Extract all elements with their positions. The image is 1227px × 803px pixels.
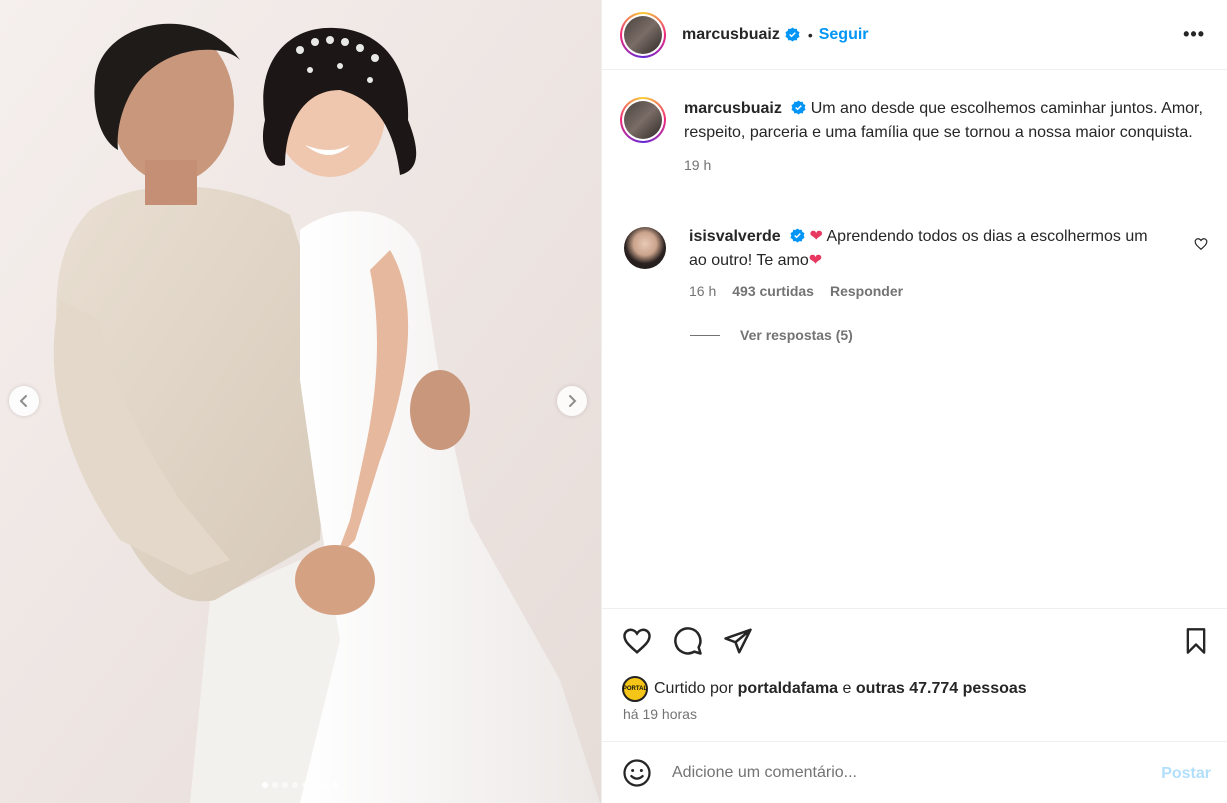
post-media[interactable]	[0, 0, 601, 803]
view-replies-label: Ver respostas (5)	[740, 327, 853, 343]
carousel-indicator	[262, 782, 338, 788]
post-timestamp[interactable]: há 19 horas	[623, 706, 697, 722]
commenter-username[interactable]: isisvalverde	[689, 228, 781, 245]
author-username[interactable]: marcusbuaiz	[682, 26, 780, 44]
follow-button[interactable]: Seguir	[819, 26, 869, 44]
carousel-dot	[312, 782, 318, 788]
commenter-avatar[interactable]	[624, 227, 666, 269]
carousel-dot	[332, 782, 338, 788]
reply-button[interactable]: Responder	[830, 283, 903, 299]
comment-input[interactable]	[672, 763, 1132, 782]
share-send-icon[interactable]	[723, 626, 753, 656]
caption-author-username[interactable]: marcusbuaiz	[684, 100, 782, 117]
post-comment-button[interactable]: Postar	[1161, 765, 1211, 783]
carousel-dot	[322, 782, 328, 788]
chevron-right-icon	[569, 395, 577, 407]
post-actions-bar	[602, 608, 1227, 668]
heart-emoji: ❤	[809, 228, 823, 245]
emoji-icon[interactable]	[622, 758, 652, 788]
comment-like-heart-icon[interactable]	[1194, 237, 1208, 251]
comment-time[interactable]: 16 h	[689, 283, 716, 299]
view-replies-button[interactable]: Ver respostas (5)	[690, 327, 853, 343]
comment-item: isisvalverde ❤ Aprendendo todos os dias …	[620, 225, 1220, 299]
more-options-icon[interactable]: •••	[1183, 24, 1205, 45]
save-bookmark-icon[interactable]	[1182, 626, 1210, 656]
verified-badge-icon	[785, 27, 800, 42]
like-heart-icon[interactable]	[622, 626, 652, 656]
verified-badge-icon	[791, 100, 806, 115]
comment-likes-count[interactable]: 493 curtidas	[732, 283, 814, 299]
post-photo	[0, 0, 601, 803]
post-details-panel: marcusbuaiz • Seguir ••• marcusbuaiz Um …	[601, 0, 1227, 803]
carousel-dot	[292, 782, 298, 788]
heart-emoji: ❤	[808, 252, 823, 269]
replies-divider	[690, 334, 720, 336]
carousel-dot	[282, 782, 288, 788]
liked-by-others[interactable]: outras 47.774 pessoas	[856, 680, 1027, 698]
post-caption: marcusbuaiz Um ano desde que escolhemos …	[620, 97, 1220, 177]
comment-bubble-icon[interactable]	[673, 626, 703, 656]
carousel-dot	[272, 782, 278, 788]
caption-author-avatar[interactable]	[620, 97, 666, 143]
carousel-prev-button[interactable]	[9, 386, 39, 416]
carousel-dot	[262, 782, 268, 788]
separator-dot: •	[807, 26, 813, 43]
post-header: marcusbuaiz • Seguir •••	[602, 0, 1227, 70]
liked-by-prefix: Curtido por	[654, 680, 734, 697]
caption-time[interactable]: 19 h	[684, 153, 1204, 177]
liker-avatar[interactable]: PORTAL	[622, 676, 648, 702]
verified-badge-icon	[790, 228, 805, 243]
carousel-next-button[interactable]	[557, 386, 587, 416]
liked-by-summary[interactable]: PORTAL Curtido por portaldafama e outras…	[622, 676, 1027, 702]
liked-by-connector: e	[842, 680, 852, 697]
add-comment-bar: Postar	[602, 741, 1227, 803]
liker-username[interactable]: portaldafama	[738, 680, 838, 698]
author-avatar[interactable]	[620, 11, 666, 58]
chevron-left-icon	[19, 395, 27, 407]
carousel-dot	[302, 782, 308, 788]
